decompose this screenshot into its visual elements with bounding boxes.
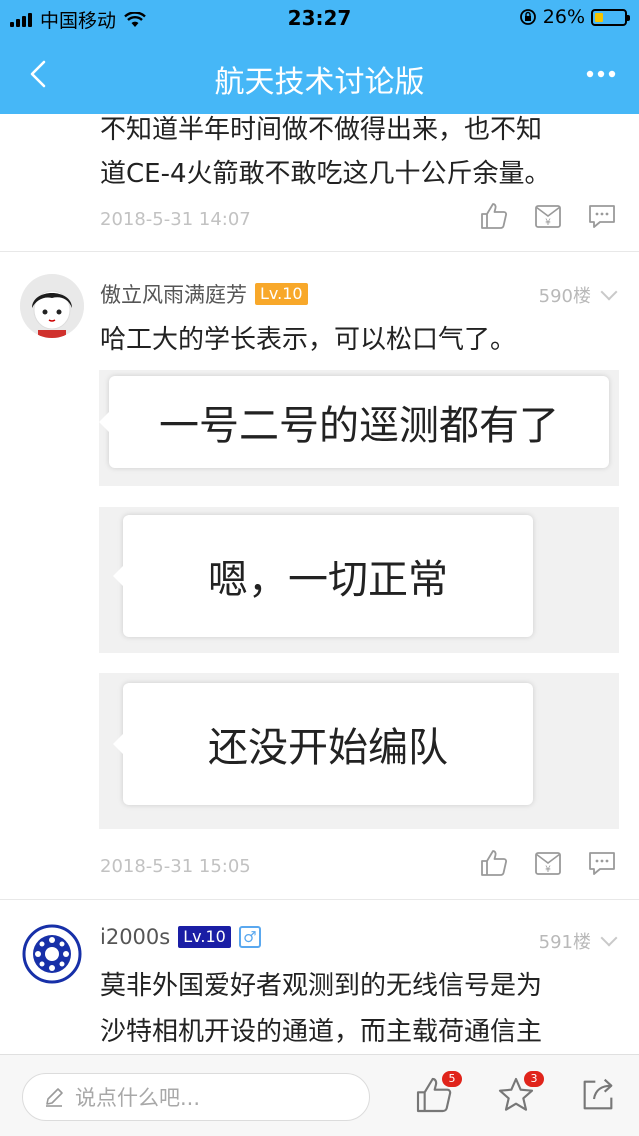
orientation-lock-icon bbox=[519, 9, 536, 25]
floor-number: 591楼 bbox=[538, 932, 591, 953]
comment-placeholder: 说点什么吧... bbox=[75, 1086, 201, 1110]
svg-text:¥: ¥ bbox=[545, 218, 551, 228]
gender-male-icon: ♂ bbox=[238, 926, 261, 948]
chat-bubble-text: 还没开始编队 bbox=[113, 683, 533, 805]
username[interactable]: i2000s bbox=[100, 925, 170, 949]
chat-bubble-text: 一号二号的逕测都有了 bbox=[99, 376, 609, 468]
thread-content: 不知道半年时间做不做得出来，也不知 道CE-4火箭敢不敢吃这几十公斤余量。 20… bbox=[0, 114, 639, 1054]
post-text-line: 莫非外国爱好者观测到的无线信号是为 bbox=[100, 971, 543, 1001]
post-text: 哈工大的学长表示，可以松口气了。 bbox=[100, 325, 517, 355]
divider bbox=[0, 251, 639, 252]
battery-percent: 26% bbox=[542, 6, 585, 28]
reward-icon[interactable]: ¥ bbox=[533, 201, 563, 231]
post-text-line: 道CE-4火箭敢不敢吃这几十公斤余量。 bbox=[100, 159, 551, 189]
post-image[interactable]: 还没开始编队 bbox=[99, 673, 619, 829]
avatar[interactable] bbox=[20, 922, 84, 986]
chat-bubble-text: 嗯，一切正常 bbox=[113, 515, 533, 637]
comment-icon[interactable] bbox=[587, 848, 617, 878]
post-image[interactable]: 一号二号的逕测都有了 bbox=[99, 370, 619, 486]
svg-text:¥: ¥ bbox=[545, 865, 551, 875]
post-text-line: 沙特相机开设的通道，而主载荷通信主 bbox=[100, 1017, 543, 1047]
share-icon bbox=[583, 1078, 613, 1110]
star-count-badge: 3 bbox=[524, 1071, 544, 1087]
like-count-badge: 5 bbox=[442, 1071, 462, 1087]
level-badge: Lv.10 bbox=[255, 283, 308, 305]
post-image[interactable]: 嗯，一切正常 bbox=[99, 507, 619, 653]
post-text-line: 不知道半年时间做不做得出来，也不知 bbox=[100, 115, 543, 145]
favorite-button[interactable]: 3 bbox=[496, 1071, 544, 1115]
share-button[interactable] bbox=[578, 1075, 618, 1115]
more-icon[interactable] bbox=[585, 62, 617, 86]
comment-input[interactable]: 说点什么吧... bbox=[22, 1073, 370, 1121]
like-button[interactable]: 5 bbox=[414, 1071, 462, 1115]
avatar[interactable] bbox=[20, 274, 84, 338]
bottom-bar: 说点什么吧... 5 3 bbox=[0, 1054, 639, 1136]
chevron-down-icon[interactable] bbox=[600, 929, 618, 947]
username[interactable]: 傲立风雨满庭芳 bbox=[100, 279, 247, 309]
divider bbox=[0, 899, 639, 900]
comment-icon[interactable] bbox=[587, 201, 617, 231]
status-bar: 中国移动 23:27 26% bbox=[0, 0, 639, 36]
pencil-icon bbox=[46, 1088, 63, 1107]
like-icon[interactable] bbox=[479, 201, 509, 231]
post-time: 2018-5-31 14:07 bbox=[100, 209, 251, 230]
battery-icon bbox=[591, 8, 630, 26]
chevron-down-icon[interactable] bbox=[600, 283, 618, 301]
post-time: 2018-5-31 15:05 bbox=[100, 856, 251, 877]
reward-icon[interactable]: ¥ bbox=[533, 848, 563, 878]
like-icon[interactable] bbox=[479, 848, 509, 878]
floor-number: 590楼 bbox=[538, 286, 591, 307]
level-badge: Lv.10 bbox=[178, 926, 231, 948]
page-title: 航天技术讨论版 bbox=[214, 65, 425, 100]
nav-bar: 航天技术讨论版 bbox=[0, 36, 639, 114]
